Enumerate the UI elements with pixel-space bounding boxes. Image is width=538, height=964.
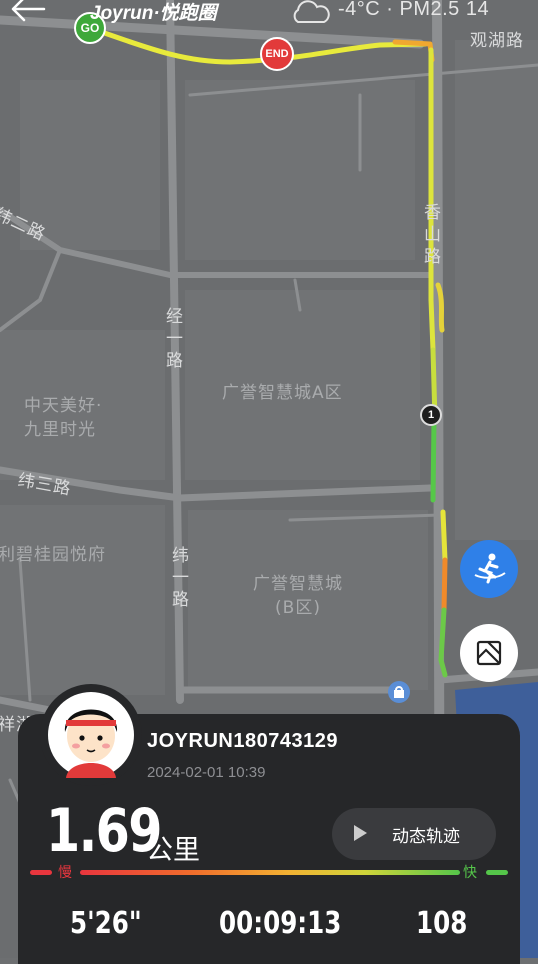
brand-logo: Joyrun·悦跑圈 — [90, 3, 217, 24]
map-label-zhongtian: 中天美好·九里时光 — [24, 396, 103, 440]
cadence-value: 108 — [416, 906, 468, 941]
map-label-wei-yi-road: 纬一路 — [172, 546, 190, 610]
pace-slow-label: 慢 — [58, 865, 72, 881]
weather-text: -4°C · PM2.5 14 — [338, 0, 490, 20]
dynamic-track-button[interactable]: 动态轨迹 — [332, 808, 496, 860]
map-label-guangyu-b: 广誉智慧城(B区) — [253, 574, 343, 618]
snapshot-button[interactable] — [460, 624, 518, 682]
back-button[interactable] — [10, 0, 50, 28]
pace-fast-swatch — [486, 870, 508, 875]
map-label-bigui: 利碧桂园悦府 — [0, 545, 106, 565]
image-frame-icon — [476, 640, 502, 666]
runner-icon — [474, 553, 506, 584]
avatar[interactable] — [40, 684, 142, 786]
poi-pin-icon — [388, 681, 410, 703]
map-label-jing-yi-road: 经一路 — [166, 307, 184, 371]
pace-value: 5'26" — [70, 906, 142, 941]
play-icon — [354, 825, 367, 841]
username: JOYRUN180743129 — [147, 730, 338, 752]
map-label-xiangshan-road: 香山路 — [424, 203, 442, 267]
distance-unit: 公里 — [146, 835, 200, 866]
arrow-left-icon — [11, 0, 46, 22]
end-marker: END — [260, 37, 294, 71]
map-label-guangyu-a: 广誉智慧城A区 — [222, 383, 343, 403]
cloud-icon — [293, 0, 330, 23]
avatar-cartoon-icon — [48, 692, 134, 778]
run-datetime: 2024-02-01 10:39 — [147, 764, 266, 781]
run-mode-button[interactable] — [460, 540, 518, 598]
pace-slow-swatch — [30, 870, 52, 875]
top-bar: Joyrun·悦跑圈 -4°C · PM2.5 14 — [0, 0, 538, 28]
pace-gradient — [80, 870, 460, 875]
distance-value: 1.69 — [46, 796, 162, 866]
duration-value: 00:09:13 — [219, 906, 342, 941]
dynamic-track-label: 动态轨迹 — [392, 827, 460, 847]
pace-legend: 慢 快 — [30, 864, 508, 882]
km-marker: 1 — [420, 404, 442, 426]
pace-fast-label: 快 — [463, 865, 477, 881]
map-label-guanhu-road: 观湖路 — [470, 31, 524, 51]
